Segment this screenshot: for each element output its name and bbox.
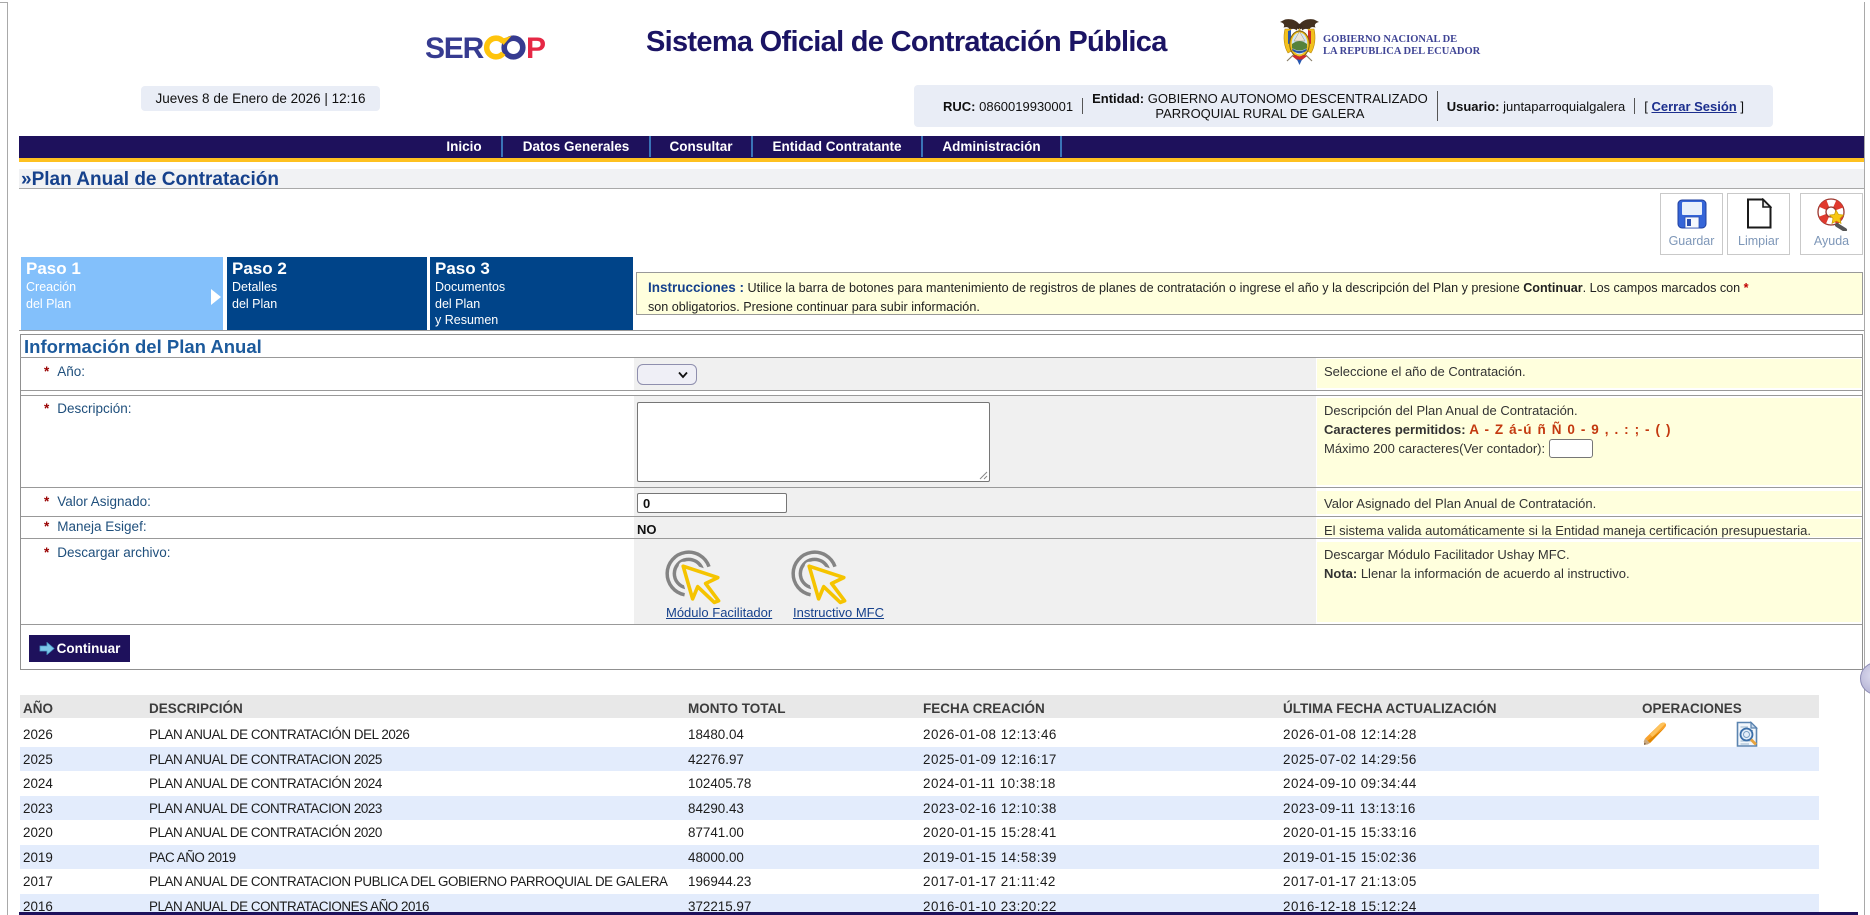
svg-text:P: P [526,33,546,63]
svg-text:SER: SER [426,33,485,63]
